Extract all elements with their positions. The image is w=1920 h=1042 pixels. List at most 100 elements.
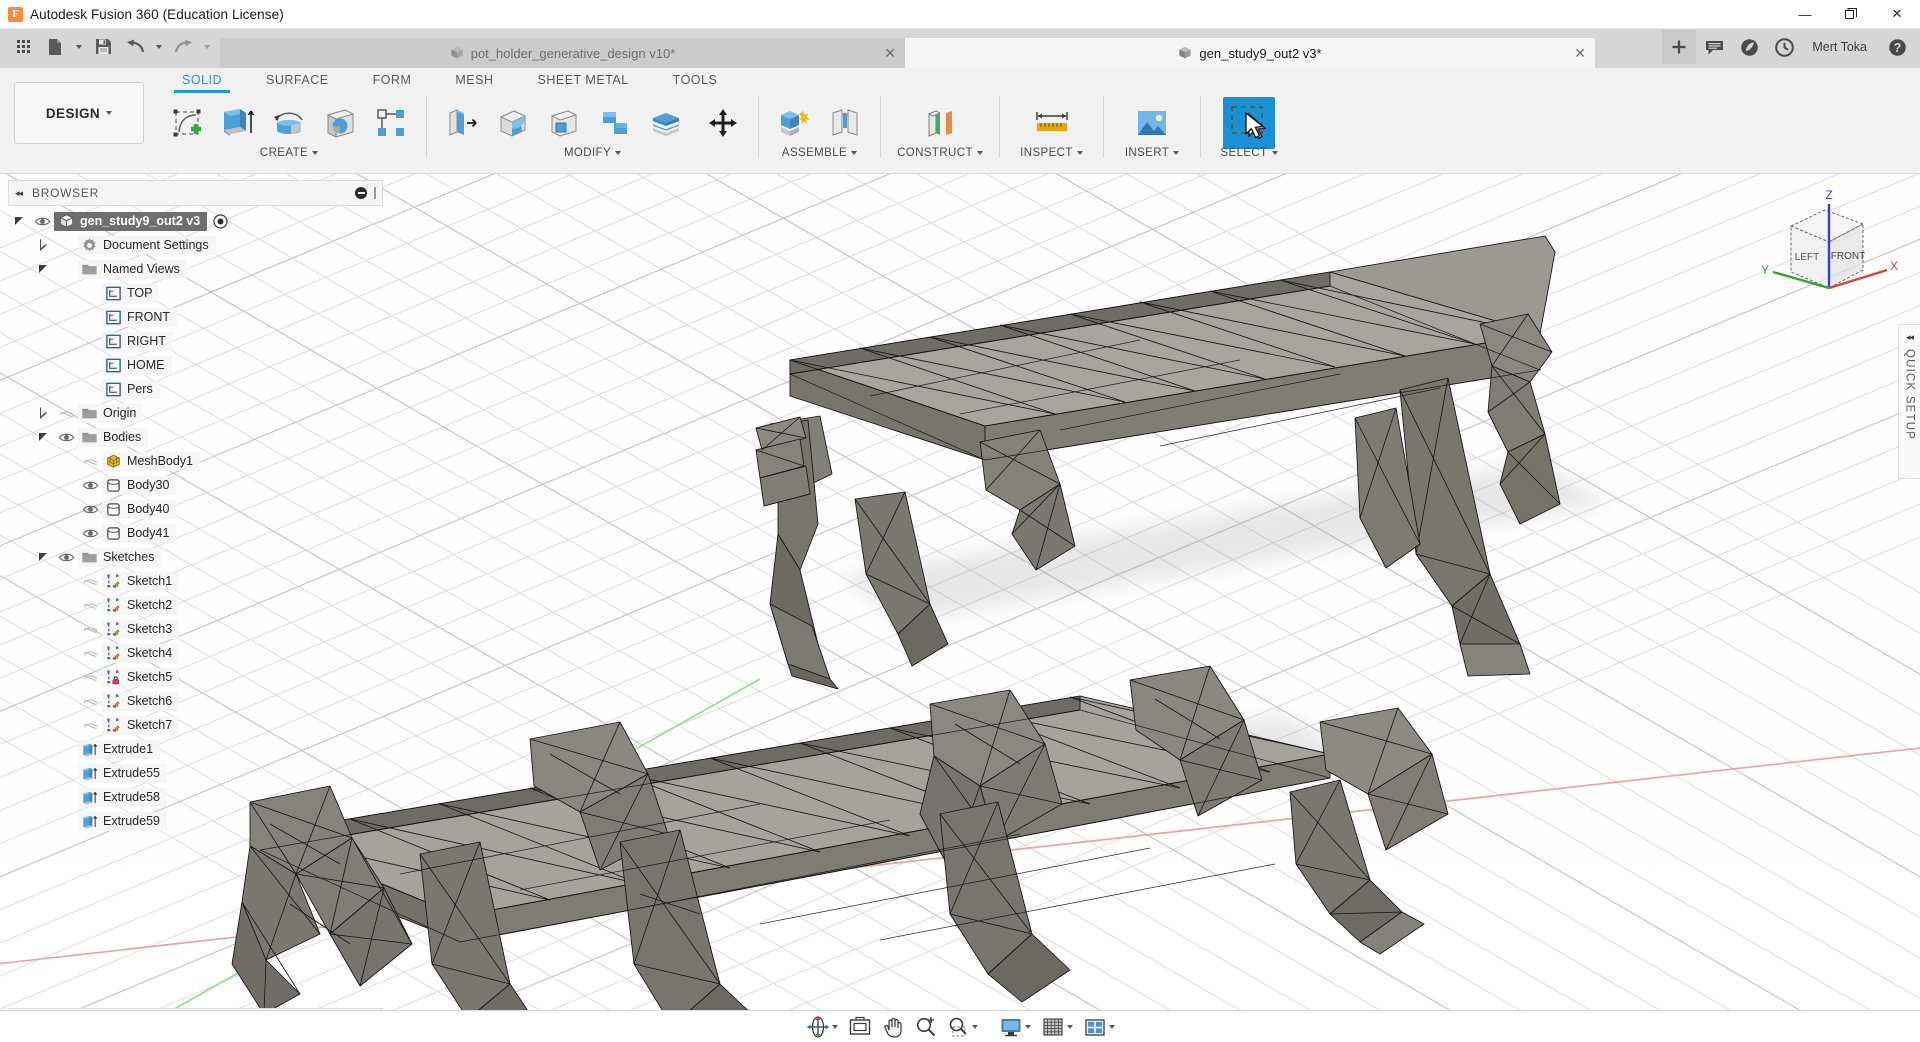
display-settings-button[interactable] [994, 1013, 1036, 1041]
browser-tree-item-body[interactable]: RIGHT [102, 331, 173, 351]
visibility-toggle[interactable] [78, 645, 102, 662]
browser-tree-item-sketch4[interactable]: Sketch4 [8, 641, 383, 665]
browser-tree-item-body[interactable]: Sketch2 [102, 595, 180, 615]
activate-component-radio[interactable] [213, 213, 228, 229]
ribbon-tab-surface[interactable]: SURFACE [244, 68, 351, 93]
ribbon-tab-sheet-metal[interactable]: SHEET METAL [516, 68, 651, 93]
browser-tree-item-body[interactable]: Origin [78, 403, 144, 423]
redo-button[interactable] [168, 32, 198, 62]
fit-button[interactable] [942, 1013, 983, 1041]
visibility-toggle[interactable] [78, 669, 102, 686]
browser-tree-item-body[interactable]: Extrude59 [78, 811, 167, 831]
visibility-toggle[interactable] [78, 453, 102, 470]
revolve-button[interactable] [265, 99, 313, 147]
browser-tree-item-body[interactable]: Extrude58 [78, 787, 167, 807]
press-pull-button[interactable] [438, 99, 486, 147]
eye-visible-icon[interactable] [58, 429, 75, 446]
chevron-down-icon[interactable] [831, 1024, 838, 1029]
sphere-button[interactable] [316, 99, 364, 147]
eye-visible-icon[interactable] [82, 501, 99, 518]
undo-dropdown[interactable] [152, 32, 166, 62]
eye-hidden-icon[interactable] [82, 717, 99, 734]
eye-hidden-icon[interactable] [82, 645, 99, 662]
look-at-button[interactable] [843, 1013, 877, 1041]
visibility-toggle[interactable] [78, 597, 102, 614]
eye-visible-icon[interactable] [34, 213, 51, 230]
ribbon-panel-insert-dropdown[interactable]: INSERT [1125, 147, 1180, 159]
document-tab-close-button[interactable]: ✕ [1574, 46, 1586, 60]
visibility-toggle[interactable] [54, 429, 78, 446]
new-component-button[interactable] [770, 99, 818, 147]
chevron-down-icon[interactable] [971, 1024, 978, 1029]
browser-tree-item-body[interactable]: Sketch3 [102, 619, 180, 639]
browser-tree-item-body[interactable]: Body40 [102, 499, 177, 519]
grid-snaps-button[interactable] [1036, 1013, 1078, 1041]
select-button[interactable] [1223, 97, 1275, 149]
eye-hidden-icon[interactable] [82, 573, 99, 590]
joint-button[interactable] [821, 99, 869, 147]
browser-tree-item-body[interactable]: Extrude1 [78, 739, 161, 759]
eye-hidden-icon[interactable] [82, 597, 99, 614]
help-button[interactable]: ? [1880, 30, 1914, 64]
browser-tree-item-origin[interactable]: Origin [8, 401, 383, 425]
viewports-button[interactable] [1078, 1013, 1120, 1041]
ribbon-panel-select-dropdown[interactable]: SELECT [1220, 147, 1278, 159]
browser-tree-item-body[interactable]: Sketch1 [102, 571, 180, 591]
browser-tree-item-sketches[interactable]: Sketches [8, 545, 383, 569]
visibility-toggle[interactable] [78, 477, 102, 494]
browser-tree-item-body[interactable]: Pers [102, 379, 160, 399]
browser-tree-item-document-settings[interactable]: Document Settings [8, 233, 383, 257]
visibility-toggle[interactable] [78, 693, 102, 710]
eye-hidden-icon[interactable] [82, 693, 99, 710]
split-face-button[interactable] [642, 99, 690, 147]
close-button[interactable]: ✕ [1874, 0, 1920, 29]
app-grid-button[interactable] [8, 32, 38, 62]
shell-button[interactable] [540, 99, 588, 147]
browser-tree-item-body[interactable]: Document Settings [78, 235, 216, 255]
browser-tree-item-sketch1[interactable]: Sketch1 [8, 569, 383, 593]
browser-tree-item-bodies[interactable]: Bodies [8, 425, 383, 449]
browser-tree-item-body[interactable]: FRONT [102, 307, 178, 327]
visibility-toggle[interactable] [54, 549, 78, 566]
save-button[interactable] [88, 32, 118, 62]
ribbon-tab-form[interactable]: FORM [351, 68, 434, 93]
browser-tree-item-top[interactable]: TOP [8, 281, 383, 305]
document-tab-pot-holder[interactable]: pot_holder_generative_design v10* ✕ [220, 38, 905, 68]
expander-open-icon[interactable] [8, 217, 30, 225]
browser-tree-item-pers[interactable]: Pers [8, 377, 383, 401]
maximize-button[interactable] [1828, 0, 1874, 29]
browser-collapse-icon[interactable]: ◂◂ [15, 188, 23, 199]
redo-dropdown[interactable] [200, 32, 214, 62]
browser-tree-item-extrude1[interactable]: Extrude1 [8, 737, 383, 761]
browser-tree-item-sketch2[interactable]: Sketch2 [8, 593, 383, 617]
ribbon-tab-solid[interactable]: SOLID [160, 68, 244, 93]
chevron-down-icon[interactable] [1066, 1024, 1073, 1029]
chevron-down-icon[interactable] [1108, 1024, 1115, 1029]
ribbon-panel-assemble-dropdown[interactable]: ASSEMBLE [782, 147, 858, 159]
orbit-button[interactable] [801, 1013, 843, 1041]
browser-tree-item-gen-study9-out2-v3[interactable]: gen_study9_out2 v3 [8, 209, 383, 233]
browser-tree-item-body[interactable]: MeshBody1 [102, 451, 201, 471]
ribbon-tab-tools[interactable]: TOOLS [651, 68, 740, 93]
expander-open-icon[interactable] [32, 265, 54, 273]
browser-tree-item-sketch7[interactable]: Sketch7 [8, 713, 383, 737]
browser-tree-item-home[interactable]: HOME [8, 353, 383, 377]
comment-button[interactable] [1697, 30, 1731, 64]
visibility-toggle[interactable] [54, 405, 78, 422]
browser-tree-item-body[interactable]: Sketch5 [102, 667, 180, 687]
browser-tree-item-body[interactable]: Body30 [102, 475, 177, 495]
workspace-switcher-button[interactable]: DESIGN [14, 82, 144, 144]
browser-tree-item-sketch3[interactable]: Sketch3 [8, 617, 383, 641]
fillet-button[interactable] [489, 99, 537, 147]
circle-minus-icon[interactable] [355, 187, 367, 199]
ribbon-panel-inspect-dropdown[interactable]: INSPECT [1020, 147, 1083, 159]
expander-closed-icon[interactable] [32, 407, 54, 419]
browser-tree-item-body[interactable]: Sketch6 [102, 691, 180, 711]
eye-hidden-icon[interactable] [58, 405, 75, 422]
combine-button[interactable] [591, 99, 639, 147]
job-status-button[interactable] [1767, 30, 1801, 64]
expander-open-icon[interactable] [32, 433, 54, 441]
browser-tree-item-named-views[interactable]: Named Views [8, 257, 383, 281]
visibility-toggle[interactable] [78, 621, 102, 638]
document-tab-close-button[interactable]: ✕ [884, 46, 896, 60]
